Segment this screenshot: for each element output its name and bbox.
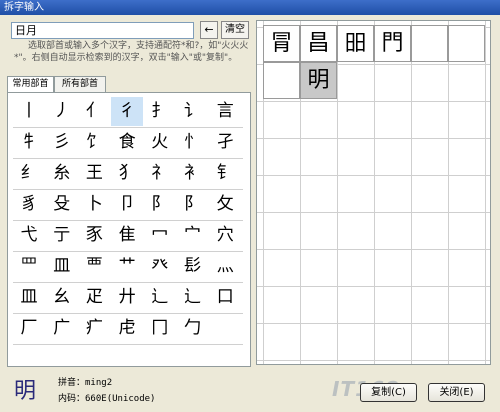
radical-cell[interactable]: 皿 (46, 252, 78, 281)
result-char-cell[interactable]: 明 (300, 62, 337, 99)
result-empty-cell[interactable] (263, 62, 300, 99)
radical-cell[interactable]: 冂 (144, 314, 176, 343)
radical-cell[interactable]: 隹 (111, 221, 143, 250)
radical-cell[interactable]: 丿 (46, 97, 78, 126)
radical-cell[interactable]: 灬 (209, 252, 241, 281)
radical-cell[interactable]: 豕 (78, 221, 110, 250)
radical-cell[interactable]: 火 (144, 128, 176, 157)
radical-cell[interactable]: 彳 (111, 97, 144, 126)
clear-button[interactable]: 清空 (221, 21, 249, 39)
radical-cell[interactable]: 覀 (78, 252, 110, 281)
radical-cell[interactable]: 礻 (144, 159, 176, 188)
radical-cell[interactable]: 幺 (46, 283, 78, 312)
radical-cell[interactable]: 犭 (111, 159, 143, 188)
radical-cell[interactable]: 扌 (144, 97, 176, 126)
result-char-cell[interactable]: 昌 (300, 25, 337, 62)
radical-cell[interactable]: 皿 (13, 283, 45, 312)
radical-cell[interactable]: 王 (78, 159, 110, 188)
radical-cell[interactable]: 虍 (111, 314, 143, 343)
radical-row: 罒皿覀艹癶髟灬 (13, 252, 243, 283)
result-empty-cell[interactable] (448, 25, 485, 62)
search-input[interactable]: 日月 (11, 22, 194, 39)
radical-cell[interactable]: 豸 (13, 190, 45, 219)
radical-cell[interactable]: 纟 (13, 159, 45, 188)
tab-all-radicals[interactable]: 所有部首 (54, 76, 106, 92)
code-label: 内码： (58, 394, 86, 404)
radical-cell[interactable]: 衤 (177, 159, 209, 188)
radical-cell[interactable]: 忄 (177, 128, 209, 157)
radical-cell[interactable]: 卜 (78, 190, 110, 219)
copy-button[interactable]: 复制(C) (360, 383, 417, 402)
result-char-cell[interactable]: 冐 (263, 25, 300, 62)
radical-cell[interactable]: 讠 (177, 97, 209, 126)
pinyin-value: ming2 (85, 378, 113, 388)
window-title: 拆字输入 (0, 0, 500, 15)
radical-cell[interactable]: 言 (209, 97, 241, 126)
radical-cell[interactable]: 辶 (144, 283, 176, 312)
radical-cell[interactable]: 阝 (177, 190, 209, 219)
radical-cell[interactable]: 丨 (13, 97, 45, 126)
code-row: 内码：660E(Unicode) (58, 393, 155, 405)
result-char-cell[interactable]: 門 (374, 25, 411, 62)
radical-cell[interactable]: 艹 (111, 252, 143, 281)
result-char-cell[interactable]: 昍 (337, 25, 374, 62)
radical-cell[interactable]: 饣 (78, 128, 110, 157)
result-empty-cell[interactable] (411, 25, 448, 62)
radical-cell[interactable]: 殳 (46, 190, 78, 219)
radical-cell[interactable]: 穴 (209, 221, 241, 250)
radical-row: 纟糸王犭礻衤钅 (13, 159, 243, 190)
radical-cell[interactable]: 勹 (177, 314, 209, 343)
radical-cell[interactable]: 宀 (177, 221, 209, 250)
backspace-button[interactable]: ← (200, 21, 218, 39)
radical-cell[interactable]: 食 (111, 128, 143, 157)
radical-cell[interactable]: 冖 (144, 221, 176, 250)
radical-cell[interactable]: 罒 (13, 252, 45, 281)
radical-cell[interactable]: 牜 (13, 128, 45, 157)
pinyin-row: 拼音：ming2 (58, 377, 112, 389)
code-value: 660E(Unicode) (85, 394, 156, 404)
radical-cell[interactable]: 辶 (177, 283, 209, 312)
radical-cell[interactable]: 糸 (46, 159, 78, 188)
pinyin-label: 拼音： (58, 378, 86, 388)
radical-cell[interactable]: 钅 (209, 159, 241, 188)
radical-row: 厂广疒虍冂勹 (13, 314, 243, 345)
radical-row: 豸殳卜卩阝阝攵 (13, 190, 243, 221)
radical-cell[interactable]: 疋 (78, 283, 110, 312)
radical-row: 牜彡饣食火忄孑 (13, 128, 243, 159)
radical-cell[interactable]: 口 (209, 283, 241, 312)
radical-grid: 丨丿亻彳扌讠言牜彡饣食火忄孑纟糸王犭礻衤钅豸殳卜卩阝阝攵弋亍豕隹冖宀穴罒皿覀艹癶… (7, 92, 251, 367)
radical-cell[interactable]: 廾 (111, 283, 143, 312)
radical-row: 弋亍豕隹冖宀穴 (13, 221, 243, 252)
radical-cell[interactable]: 彡 (46, 128, 78, 157)
radical-cell[interactable]: 亍 (46, 221, 78, 250)
radical-cell[interactable]: 阝 (144, 190, 176, 219)
close-button[interactable]: 关闭(E) (428, 383, 485, 402)
radical-row: 皿幺疋廾辶辶口 (13, 283, 243, 314)
radical-cell[interactable]: 广 (46, 314, 78, 343)
tab-common-radicals[interactable]: 常用部首 (7, 76, 54, 93)
radical-row: 丨丿亻彳扌讠言 (13, 97, 243, 128)
radical-cell[interactable]: 孑 (209, 128, 241, 157)
radical-cell[interactable]: 卩 (111, 190, 143, 219)
radical-cell[interactable]: 亻 (78, 97, 110, 126)
radical-cell[interactable]: 癶 (144, 252, 176, 281)
radical-cell[interactable]: 攵 (209, 190, 241, 219)
preview-character: 明 (14, 379, 37, 404)
radical-cell[interactable]: 弋 (13, 221, 45, 250)
radical-cell[interactable]: 髟 (177, 252, 209, 281)
instruction-text: 选取部首或输入多个汉字，支持通配符*和?，如"火火火*"。右侧自动显示检索到的汉… (14, 41, 249, 63)
radical-cell[interactable]: 疒 (78, 314, 110, 343)
result-grid: 冐昌昍門明 (256, 20, 491, 365)
radical-cell[interactable]: 厂 (13, 314, 45, 343)
